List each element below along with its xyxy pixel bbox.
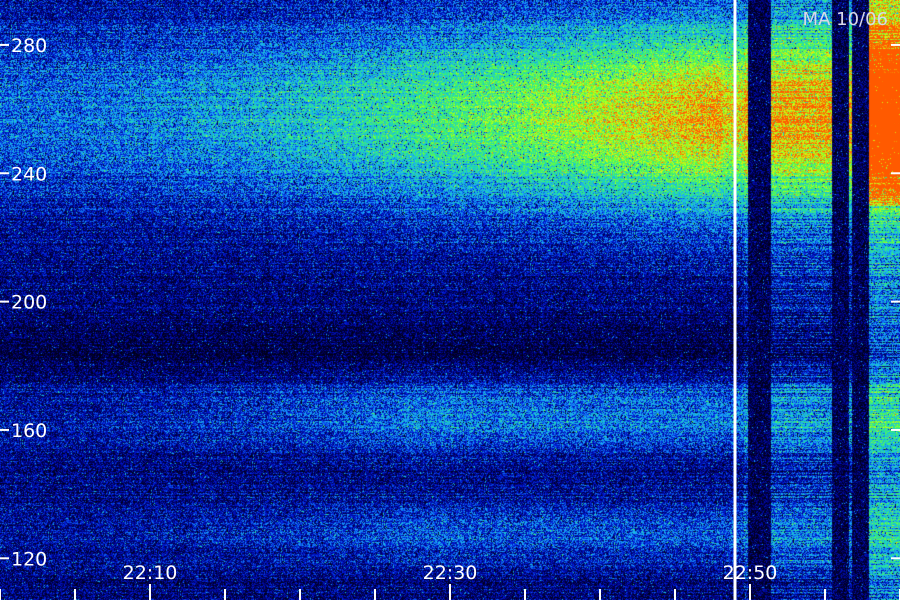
- y-tick-label: 200: [11, 292, 47, 314]
- y-axis-right: [891, 43, 900, 560]
- station-label: MA 10/06: [803, 9, 888, 30]
- spectrogram-chart: 120 160 200 240 280 22:10 22:30 22:50 MA 10/06: [0, 0, 900, 600]
- y-tick-label: 120: [11, 548, 47, 570]
- y-tick-label: 160: [11, 420, 47, 442]
- x-tick-label: 22:30: [423, 562, 478, 584]
- x-tick-label: 22:50: [723, 562, 778, 584]
- x-axis: 22:10 22:30 22:50: [0, 562, 900, 600]
- y-tick-label: 280: [11, 35, 47, 57]
- chart-overlay: 120 160 200 240 280 22:10 22:30 22:50 MA 10/06: [0, 0, 900, 600]
- y-tick-label: 240: [11, 163, 47, 185]
- x-tick-label: 22:10: [123, 562, 178, 584]
- y-axis-left: 120 160 200 240 280: [0, 35, 47, 570]
